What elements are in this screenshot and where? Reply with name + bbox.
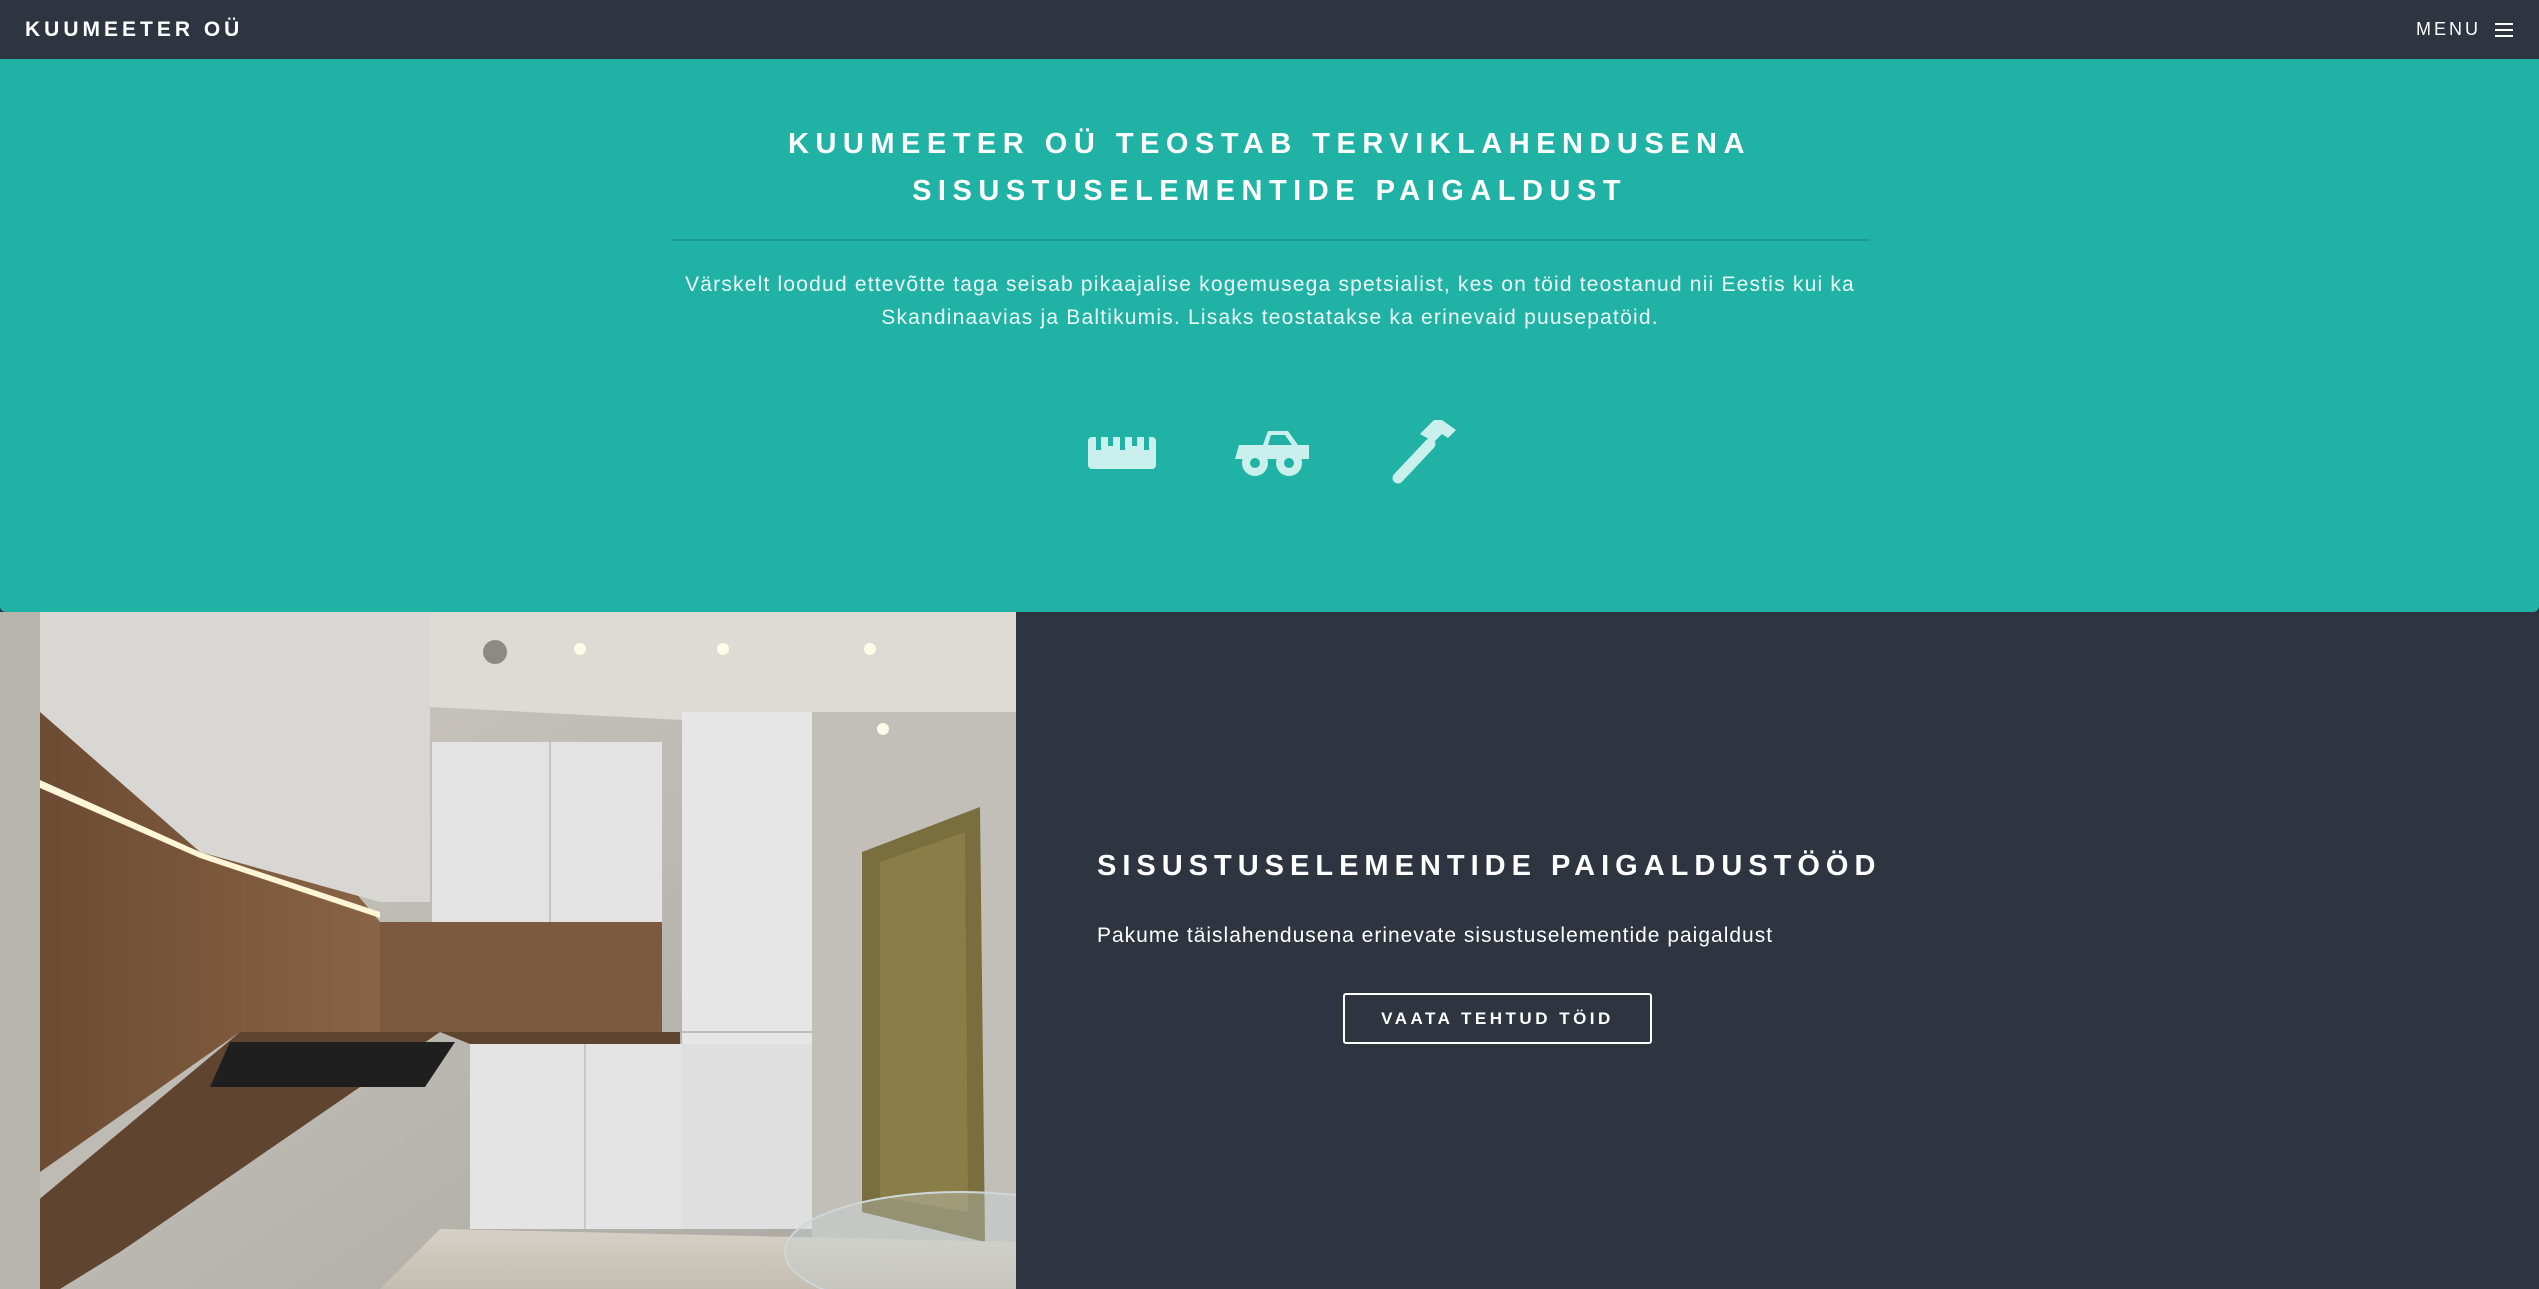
hammer-icon bbox=[1386, 411, 1466, 491]
ruler-icon bbox=[1082, 411, 1162, 491]
menu-label: MENU bbox=[2416, 19, 2481, 39]
banner-title-line-1: KUUMEETER OÜ TEOSTAB TERVIKLAHENDUSENA bbox=[788, 128, 1751, 160]
spotlight-title: SISUSTUSELEMENTIDE PAIGALDUSTÖÖD bbox=[1097, 850, 1882, 882]
banner-description: Värskelt loodud ettevõtte taga seisab pi… bbox=[660, 268, 1880, 334]
intro-banner: KUUMEETER OÜ TEOSTAB TERVIKLAHENDUSENA S… bbox=[0, 59, 2539, 612]
banner-divider bbox=[671, 239, 1870, 241]
feature-icons bbox=[1082, 411, 1466, 491]
spotlight-text: Pakume täislahendusena erinevate sisustu… bbox=[1097, 924, 1774, 947]
banner-text-line-2: Skandinaavias ja Baltikumis. Lisaks teos… bbox=[881, 306, 1659, 329]
banner-title: KUUMEETER OÜ TEOSTAB TERVIKLAHENDUSENA S… bbox=[0, 121, 2539, 215]
view-works-button[interactable]: VAATA TEHTUD TÖID bbox=[1343, 993, 1652, 1044]
menu-button[interactable]: MENU bbox=[2416, 19, 2513, 40]
banner-text-line-1: Värskelt loodud ettevõtte taga seisab pi… bbox=[685, 273, 1855, 296]
kitchen-photo bbox=[0, 612, 1016, 1289]
top-header: KUUMEETER OÜ MENU bbox=[0, 0, 2539, 59]
hamburger-icon bbox=[2495, 22, 2513, 37]
spotlight-content: SISUSTUSELEMENTIDE PAIGALDUSTÖÖD Pakume … bbox=[1097, 850, 1997, 1044]
banner-title-line-2: SISUSTUSELEMENTIDE PAIGALDUST bbox=[912, 175, 1627, 207]
brand-logo-link[interactable]: KUUMEETER OÜ bbox=[25, 18, 243, 42]
truck-icon bbox=[1234, 411, 1314, 491]
